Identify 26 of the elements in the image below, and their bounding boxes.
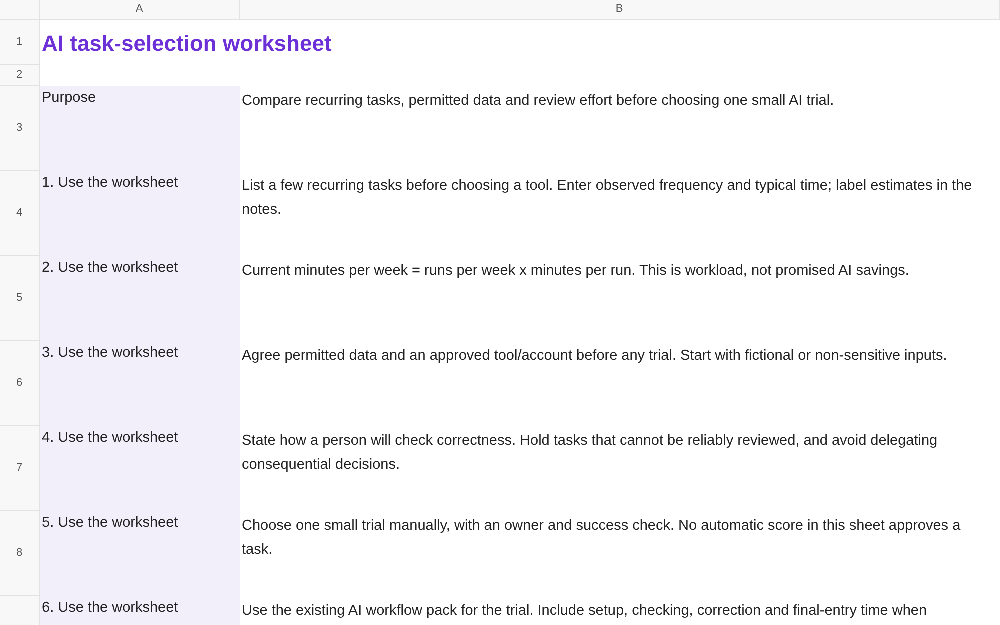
row-header[interactable]: 6 (0, 341, 40, 426)
table-cell: 4. Use the worksheet (40, 426, 240, 511)
row-header[interactable]: 8 (0, 511, 40, 596)
row-header[interactable]: 5 (0, 256, 40, 341)
column-header[interactable]: A (40, 0, 240, 20)
row-header[interactable]: 2 (0, 65, 40, 86)
table-cell: 2. Use the worksheet (40, 256, 240, 341)
column-header[interactable]: B (240, 0, 1000, 20)
table-cell: 6. Use the worksheet (40, 596, 240, 625)
corner-header (0, 0, 40, 20)
table-cell: 1. Use the worksheet (40, 171, 240, 256)
row-header[interactable]: 1 (0, 20, 40, 65)
table-cell: Current minutes per week = runs per week x minutes per run. This is workload, not promised AI savings. (242, 263, 910, 279)
sheet-title: AI task-selection worksheet (42, 30, 332, 58)
table-cell: 3. Use the worksheet (40, 341, 240, 426)
table-cell: List a few recurring tasks before choosing a tool. Enter observed frequency and typical time; label estimates in the notes. (242, 178, 972, 218)
table-cell: 5. Use the worksheet (40, 511, 240, 596)
table-cell: State how a person will check correctness. Hold tasks that cannot be reliably reviewed, and avoid delegating consequential decisions. (242, 433, 938, 473)
row-header[interactable]: 7 (0, 426, 40, 511)
table-cell: Agree permitted data and an approved tool/account before any trial. Start with fictional or non-sensitive inputs. (242, 348, 948, 364)
table-cell: Use the existing AI workflow pack for the trial. Include setup, checking, correction and final-entry time when (242, 603, 928, 619)
row-header[interactable]: 4 (0, 171, 40, 256)
row-header[interactable]: 3 (0, 86, 40, 171)
table-cell: Compare recurring tasks, permitted data and review effort before choosing one small AI trial. (242, 93, 834, 109)
table-cell: Choose one small trial manually, with an owner and success check. No automatic score in this sheet approves a task. (242, 518, 961, 558)
table-cell: Purpose (40, 86, 240, 171)
